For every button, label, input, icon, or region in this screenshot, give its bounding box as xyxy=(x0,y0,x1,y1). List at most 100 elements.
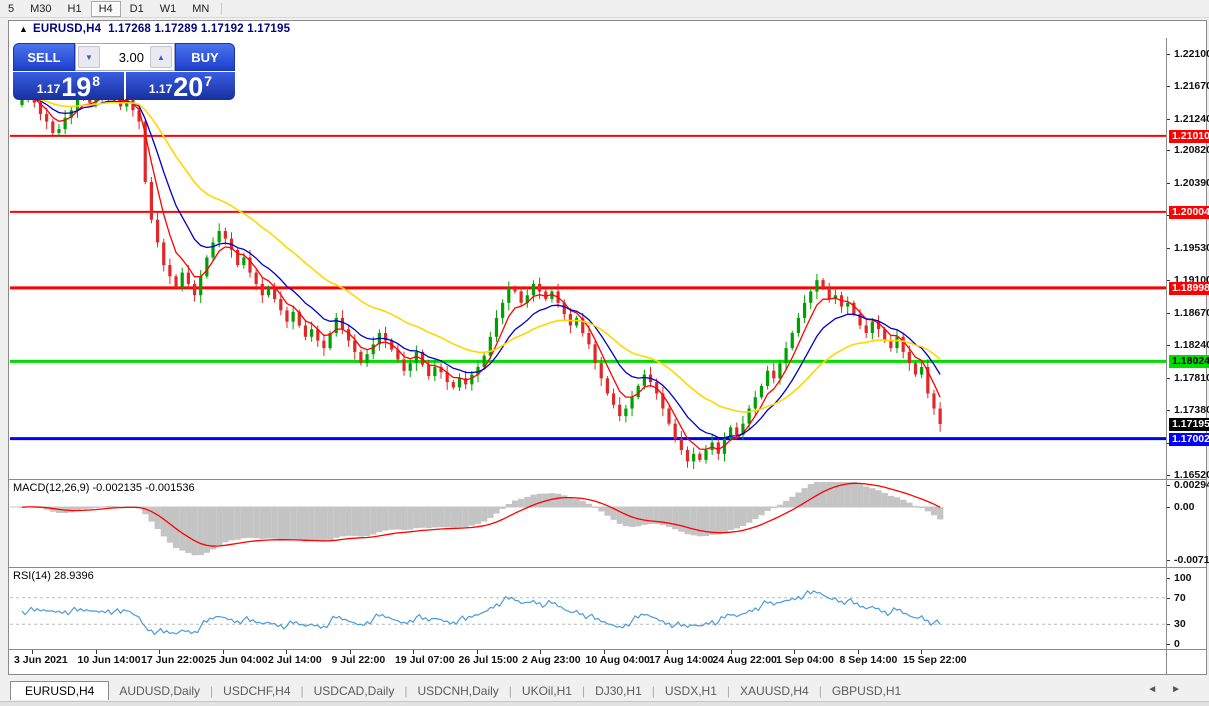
timeframe-button-h1[interactable]: H1 xyxy=(61,2,89,16)
price-tick-label: 0.00 xyxy=(1174,501,1195,514)
up-triangle-icon: ▲ xyxy=(19,24,28,34)
chart-high: 1.17289 xyxy=(154,23,198,35)
time-label: 19 Jul 07:00 xyxy=(395,654,455,666)
price-tick-label: 1.20390 xyxy=(1174,176,1209,189)
chart-tab-usdx-h1[interactable]: USDX,H1 xyxy=(655,682,727,700)
time-label: 26 Jul 15:00 xyxy=(458,654,519,666)
axis-divider xyxy=(1166,38,1167,675)
time-label: 24 Aug 22:00 xyxy=(712,654,777,666)
time-label: 25 Jun 04:00 xyxy=(204,654,268,666)
chart-tab-eurusd-h4[interactable]: EURUSD,H4 xyxy=(10,681,110,700)
price-tag-1.18998: 1.18998 xyxy=(1169,281,1209,295)
tick-mark xyxy=(794,650,795,654)
time-label: 2 Aug 23:00 xyxy=(522,654,581,666)
sell-price-prefix: 1.17 xyxy=(36,82,61,96)
time-label: 10 Aug 04:00 xyxy=(585,654,650,666)
time-label: 17 Jun 22:00 xyxy=(141,654,205,666)
volume-decrease-button[interactable]: ▼ xyxy=(78,46,100,68)
timeframe-button-h4[interactable]: H4 xyxy=(90,0,121,17)
price-tick-label: 100 xyxy=(1174,572,1192,584)
tick-mark xyxy=(540,650,541,654)
sell-button[interactable]: SELL xyxy=(13,43,75,71)
chart-tab-ukoil-h1[interactable]: UKOil,H1 xyxy=(512,682,582,700)
price-tick-label: 1.21670 xyxy=(1174,80,1209,93)
macd-chart[interactable] xyxy=(10,482,1166,566)
time-label: 17 Aug 14:00 xyxy=(649,654,714,666)
time-label: 2 Jul 14:00 xyxy=(268,654,322,666)
tick-mark xyxy=(476,650,478,654)
buy-price-prefix: 1.17 xyxy=(148,82,173,96)
tick-mark xyxy=(603,650,605,654)
buy-price-big: 20 xyxy=(173,72,204,102)
rsi-indicator-label: RSI(14) 28.9396 xyxy=(13,570,94,582)
one-click-trading-panel: SELL ▼ ▲ BUY 1.17 19 8 1.17 20 7 xyxy=(13,43,235,102)
toolbar-separator xyxy=(221,2,223,15)
tick-mark xyxy=(95,650,97,654)
volume-box: ▼ ▲ xyxy=(75,43,175,71)
tick-mark xyxy=(349,650,351,654)
price-tick-label: -0.00715 xyxy=(1174,553,1209,566)
time-label: 8 Sep 14:00 xyxy=(839,654,898,666)
price-tag-1.17002: 1.17002 xyxy=(1169,432,1209,446)
timeframe-button-d1[interactable]: D1 xyxy=(123,2,151,16)
timeframe-button-5[interactable]: 5 xyxy=(1,2,21,16)
status-strip xyxy=(0,701,1209,706)
chart-tab-dj30-h1[interactable]: DJ30,H1 xyxy=(585,682,652,700)
timeframe-button-mn[interactable]: MN xyxy=(185,2,216,16)
timeframe-button-w1[interactable]: W1 xyxy=(153,2,184,16)
macd-axis: 0.002947 0.00 -0.00715 xyxy=(1166,479,1209,566)
chart-window: ▲ EURUSD,H4 1.17268 1.17289 1.17192 1.17… xyxy=(8,20,1209,675)
price-axis: 1.221001.216701.212401.208201.203901.199… xyxy=(1166,37,1209,481)
price-tag-1.20004: 1.20004 xyxy=(1169,205,1209,219)
time-label: 10 Jun 14:00 xyxy=(77,654,141,666)
tick-mark xyxy=(32,650,33,654)
chart-close: 1.17195 xyxy=(247,23,291,35)
price-tick-label: 1.22100 xyxy=(1174,47,1209,60)
price-tick-label: 70 xyxy=(1174,591,1186,604)
chart-tab-usdcnh-daily[interactable]: USDCNH,Daily xyxy=(407,682,508,700)
chart-title: EURUSD,H4 1.17268 1.17289 1.17192 1.1719… xyxy=(33,23,290,35)
tick-mark xyxy=(159,650,160,654)
tick-mark xyxy=(413,650,414,654)
price-tick-label: 1.18240 xyxy=(1174,339,1209,352)
tick-mark xyxy=(286,650,287,654)
chart-open: 1.17268 xyxy=(108,23,152,35)
timeframe-button-m30[interactable]: M30 xyxy=(23,2,58,16)
tick-mark xyxy=(921,650,922,654)
tick-mark xyxy=(857,650,859,654)
time-label: 3 Jun 2021 xyxy=(14,654,68,666)
chart-tab-gbpusd-h1[interactable]: GBPUSD,H1 xyxy=(822,682,911,700)
rsi-axis: 100 70 30 0 xyxy=(1166,572,1208,650)
buy-button[interactable]: BUY xyxy=(175,43,235,71)
macd-indicator-label: MACD(12,26,9) -0.002135 -0.001536 xyxy=(13,482,195,494)
chart-tab-usdcad-daily[interactable]: USDCAD,Daily xyxy=(304,682,405,700)
tab-scroll-arrows[interactable]: ◄► xyxy=(1147,684,1195,695)
price-tag-1.21010: 1.21010 xyxy=(1169,129,1209,143)
price-tick-label: 1.20820 xyxy=(1174,144,1209,157)
chart-symbol: EURUSD,H4 xyxy=(33,23,102,35)
chart-tab-usdchf-h4[interactable]: USDCHF,H4 xyxy=(213,682,300,700)
chart-tab-audusd-daily[interactable]: AUDUSD,Daily xyxy=(109,682,210,700)
mt4-terminal: 5 M30 H1 H4 D1 W1 MN ▲ EURUSD,H4 1.17268 1.172… xyxy=(0,0,1209,706)
time-label: 15 Sep 22:00 xyxy=(903,654,967,666)
price-tick-label: 1.17380 xyxy=(1174,404,1209,417)
volume-input[interactable] xyxy=(102,44,148,70)
sell-price-sup: 8 xyxy=(92,73,101,89)
chart-tab-xauusd-h4[interactable]: XAUUSD,H4 xyxy=(730,682,819,700)
price-tick-label: 30 xyxy=(1174,618,1186,631)
buy-price-display[interactable]: 1.17 20 7 xyxy=(126,72,235,102)
main-price-chart[interactable] xyxy=(10,37,1166,478)
price-tick-label: 0.002947 xyxy=(1174,479,1209,492)
chart-tab-bar: EURUSD,H4 AUDUSD,Daily | USDCHF,H4 | USDCAD,D… xyxy=(0,679,1209,700)
tick-mark xyxy=(222,650,224,654)
sell-price-display[interactable]: 1.17 19 8 xyxy=(13,72,124,102)
sell-price-big: 19 xyxy=(61,72,92,102)
volume-increase-button[interactable]: ▲ xyxy=(150,46,172,68)
timeframe-toolbar: 5 M30 H1 H4 D1 W1 MN xyxy=(0,0,1209,18)
price-tick-label: 1.18670 xyxy=(1174,306,1209,319)
time-axis: 3 Jun 2021 10 Jun 14:00 17 Jun 22:00 25 Jun… xyxy=(10,650,1166,674)
buy-price-sup: 7 xyxy=(204,73,213,89)
rsi-chart[interactable] xyxy=(10,573,1166,649)
chart-low: 1.17192 xyxy=(200,23,244,35)
price-tick-label: 1.21240 xyxy=(1174,112,1209,125)
